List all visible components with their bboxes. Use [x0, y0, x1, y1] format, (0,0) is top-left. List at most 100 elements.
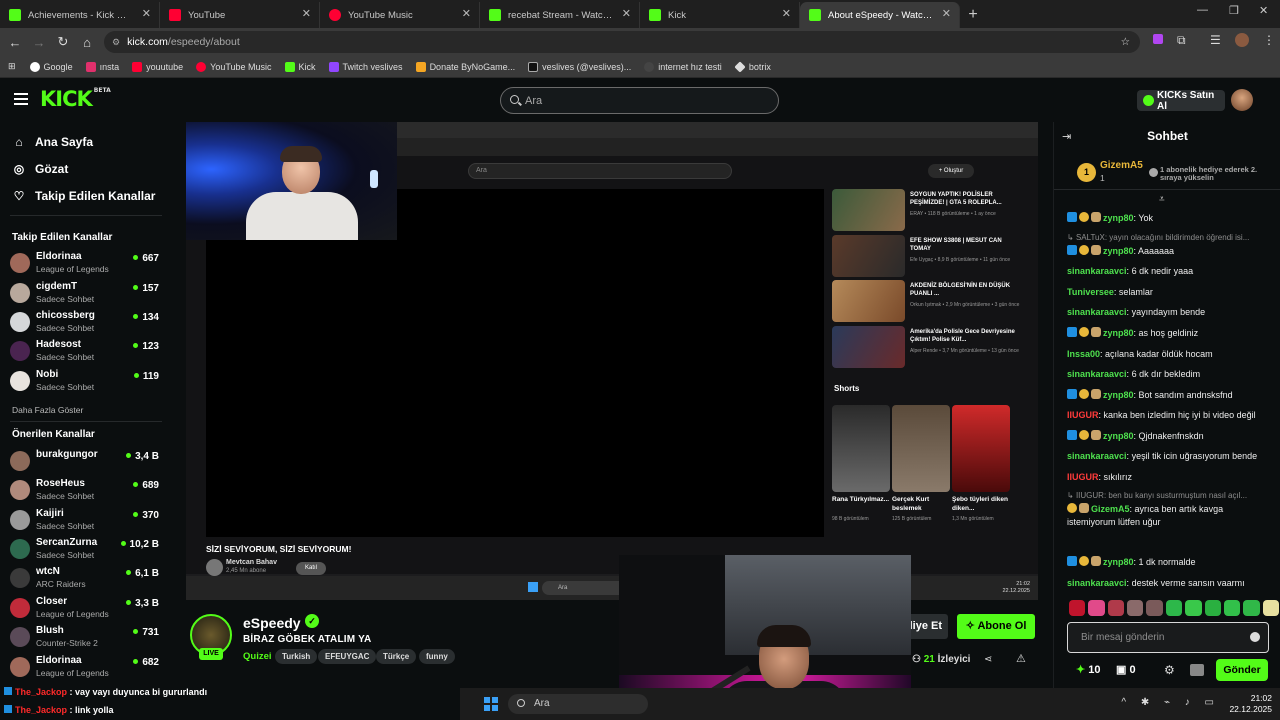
- chat-username[interactable]: sinankaraavci: [1067, 307, 1127, 317]
- extension-icon[interactable]: [1153, 34, 1163, 44]
- tab-kick[interactable]: Kick ✕: [640, 2, 800, 28]
- chat-username[interactable]: sinankaraavci: [1067, 451, 1127, 461]
- chat-input[interactable]: Bir mesaj gönderin: [1067, 622, 1269, 653]
- nav-browse[interactable]: ◎ Gözat: [12, 162, 69, 176]
- emote[interactable]: [1243, 600, 1260, 616]
- emote[interactable]: [1146, 600, 1163, 616]
- stream-tag[interactable]: Türkçe: [376, 649, 417, 664]
- nav-following[interactable]: ♡ Takip Edilen Kanallar: [12, 189, 156, 203]
- emote[interactable]: [1107, 600, 1125, 616]
- expand-pinned-icon[interactable]: ⩡: [1159, 194, 1165, 205]
- search-input[interactable]: Ara: [500, 87, 779, 114]
- system-tray[interactable]: ^ ✱ ⌁ ♪ ▭: [1121, 697, 1220, 708]
- recommended-channel-item[interactable]: wtcN ARC Raiders 6,1 B: [10, 564, 162, 592]
- emote[interactable]: [1165, 600, 1183, 616]
- tab-recebat-stream[interactable]: recebat Stream - Watch Live on✕: [480, 2, 640, 28]
- bookmark-insta[interactable]: ınsta: [85, 61, 119, 72]
- recommended-channel-item[interactable]: SercanZurna Sadece Sohbet 10,2 B: [10, 535, 162, 563]
- chat-username[interactable]: IIUGUR: [1067, 472, 1099, 482]
- bookmark-google[interactable]: Google: [29, 61, 73, 72]
- chat-username[interactable]: GizemA5: [1091, 504, 1130, 514]
- tab-search-icon[interactable]: ☰: [1210, 33, 1221, 47]
- followed-channel-item[interactable]: Nobi Sadece Sohbet 119: [10, 367, 162, 395]
- emote[interactable]: [1088, 600, 1105, 616]
- emote[interactable]: [1262, 600, 1279, 616]
- apps-icon[interactable]: ⊞: [8, 61, 16, 72]
- bookmark-twitch[interactable]: Twitch veslives: [328, 61, 403, 72]
- user-avatar[interactable]: [1231, 89, 1253, 111]
- followed-channel-item[interactable]: Eldorinaa League of Legends 667: [10, 249, 162, 277]
- emote[interactable]: [1185, 600, 1202, 616]
- bookmark-speedtest[interactable]: internet hız testi: [644, 61, 722, 72]
- home-icon[interactable]: ⌂: [75, 35, 99, 50]
- close-window-icon[interactable]: ✕: [1259, 4, 1268, 17]
- close-icon[interactable]: ✕: [782, 7, 791, 20]
- emote[interactable]: [1204, 600, 1221, 616]
- recommended-channel-item[interactable]: Eldorinaa League of Legends 682: [10, 653, 162, 681]
- hamburger-menu-icon[interactable]: [14, 93, 28, 105]
- recommended-channel-item[interactable]: burakgungor 3,4 B: [10, 447, 162, 475]
- close-icon[interactable]: ✕: [302, 7, 311, 20]
- close-icon[interactable]: ✕: [622, 7, 631, 20]
- badge-icon[interactable]: [1190, 664, 1204, 676]
- bookmark-botrix[interactable]: botrix: [734, 60, 771, 73]
- site-info-icon[interactable]: ⚙: [112, 37, 120, 48]
- followed-channel-item[interactable]: chicossberg Sadece Sohbet 134: [10, 308, 162, 336]
- stream-tag[interactable]: Turkish: [275, 649, 318, 664]
- menu-icon[interactable]: ⋮: [1263, 33, 1275, 47]
- emoji-icon[interactable]: [1250, 632, 1260, 642]
- puzzle-icon[interactable]: ⧉: [1177, 33, 1186, 48]
- chat-username[interactable]: Tuniversee: [1067, 287, 1114, 297]
- bookmark-youutube[interactable]: youutube: [132, 61, 183, 72]
- bookmark-kick[interactable]: Kick: [284, 61, 316, 72]
- chat-username[interactable]: IIUGUR: [1067, 410, 1099, 420]
- tab-kick-dashboard[interactable]: Achievements - Kick Dashboard✕: [0, 2, 160, 28]
- chat-username[interactable]: Inssa00: [1067, 349, 1100, 359]
- close-icon[interactable]: ✕: [942, 7, 951, 20]
- chat-username[interactable]: sinankaraavci: [1067, 369, 1127, 379]
- chat-username[interactable]: zynp80: [1103, 246, 1134, 256]
- emote[interactable]: [1069, 600, 1086, 616]
- chat-username[interactable]: sinankaraavci: [1067, 266, 1127, 276]
- tab-youtube-music[interactable]: YouTube Music ✕: [320, 2, 480, 28]
- tab-about-espeedy[interactable]: About eSpeedy - Watch Live✕: [800, 2, 960, 28]
- recommended-channel-item[interactable]: RoseHeus Sadece Sohbet 689: [10, 476, 162, 504]
- recommended-channel-item[interactable]: Blush Counter-Strike 2 731: [10, 623, 162, 651]
- close-icon[interactable]: ✕: [462, 7, 471, 20]
- kick-logo[interactable]: KICK BETA: [40, 87, 111, 111]
- report-icon[interactable]: ⚠: [1016, 652, 1026, 665]
- new-tab-button[interactable]: +: [960, 2, 986, 28]
- profile-avatar[interactable]: [1235, 33, 1249, 47]
- taskbar-clock[interactable]: 21:02 22.12.2025: [1229, 693, 1272, 715]
- maximize-icon[interactable]: ❐: [1229, 4, 1239, 17]
- recommended-channel-item[interactable]: Closer League of Legends 3,3 B: [10, 594, 162, 622]
- chat-username[interactable]: zynp80: [1103, 557, 1134, 567]
- gift-count[interactable]: ▣ 0: [1116, 663, 1136, 676]
- chat-username[interactable]: sinankaraavci: [1067, 578, 1127, 588]
- followed-channel-item[interactable]: Hadesost Sadece Sohbet 123: [10, 337, 162, 365]
- close-icon[interactable]: ✕: [142, 7, 151, 20]
- streamer-name[interactable]: eSpeedy: [243, 615, 301, 631]
- minimize-icon[interactable]: —: [1197, 4, 1208, 16]
- reload-icon[interactable]: ↻: [51, 34, 75, 50]
- emote[interactable]: [1223, 600, 1241, 616]
- chat-username[interactable]: zynp80: [1103, 213, 1134, 223]
- gift-leaderboard[interactable]: 1 GizemA5 1 1 abonelik hediye ederek 2. …: [1054, 154, 1280, 190]
- chat-username[interactable]: zynp80: [1103, 431, 1134, 441]
- chat-username[interactable]: zynp80: [1103, 328, 1134, 338]
- recommended-channel-item[interactable]: Kaijiri Sadece Sohbet 370: [10, 506, 162, 534]
- show-more-link[interactable]: Daha Fazla Göster: [12, 405, 83, 415]
- gift-button[interactable]: Hediye Et: [892, 614, 948, 639]
- bookmark-donate[interactable]: Donate ByNoGame...: [415, 61, 515, 72]
- stream-tag[interactable]: funny: [419, 649, 455, 664]
- subscribe-button[interactable]: ✧ Abone Ol: [957, 614, 1035, 639]
- bookmark-tiktok[interactable]: veslives (@veslives)...: [528, 61, 631, 72]
- url-field[interactable]: ⚙ kick.com/espeedy/about ☆: [104, 31, 1140, 53]
- settings-gear-icon[interactable]: ⚙: [1164, 663, 1175, 677]
- taskbar-search[interactable]: Ara: [508, 694, 648, 714]
- chat-username[interactable]: zynp80: [1103, 390, 1134, 400]
- stream-tag[interactable]: EFEUYGAC: [318, 649, 377, 664]
- followed-channel-item[interactable]: cigdemT Sadece Sohbet 157: [10, 279, 162, 307]
- send-button[interactable]: Gönder: [1216, 659, 1268, 681]
- stream-category[interactable]: Quizei: [243, 651, 272, 662]
